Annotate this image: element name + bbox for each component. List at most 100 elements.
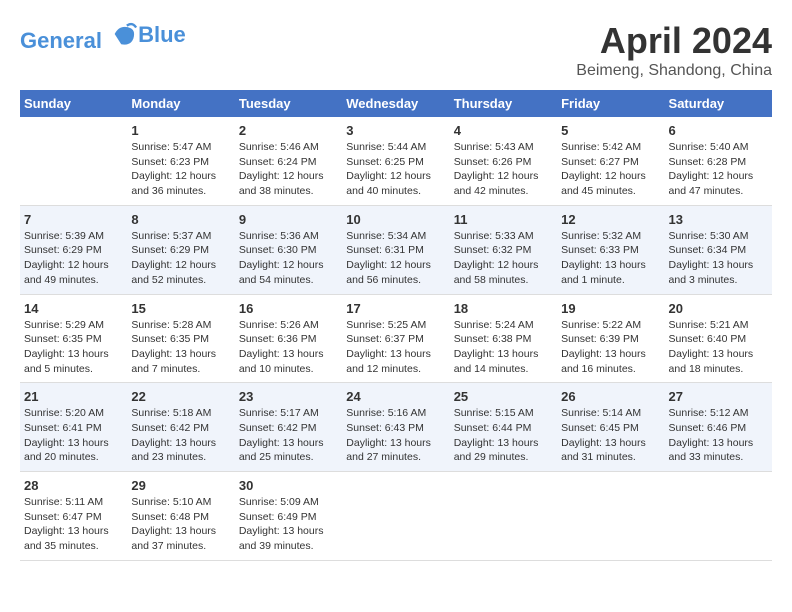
logo-icon <box>110 20 138 48</box>
calendar-header: SundayMondayTuesdayWednesdayThursdayFrid… <box>20 90 772 117</box>
header-cell-friday: Friday <box>557 90 664 117</box>
calendar-cell: 14 Sunrise: 5:29 AMSunset: 6:35 PMDayligh… <box>20 294 127 383</box>
day-number: 22 <box>131 389 230 404</box>
calendar-cell: 7 Sunrise: 5:39 AMSunset: 6:29 PMDaylight… <box>20 205 127 294</box>
day-number: 18 <box>454 301 553 316</box>
day-number: 25 <box>454 389 553 404</box>
day-number: 11 <box>454 212 553 227</box>
calendar-table: SundayMondayTuesdayWednesdayThursdayFrid… <box>20 90 772 561</box>
day-info: Sunrise: 5:44 AMSunset: 6:25 PMDaylight:… <box>346 140 445 199</box>
day-number: 27 <box>669 389 768 404</box>
day-number: 12 <box>561 212 660 227</box>
calendar-cell: 1 Sunrise: 5:47 AMSunset: 6:23 PMDaylight… <box>127 117 234 205</box>
calendar-cell: 15 Sunrise: 5:28 AMSunset: 6:35 PMDayligh… <box>127 294 234 383</box>
day-number: 29 <box>131 478 230 493</box>
day-info: Sunrise: 5:17 AMSunset: 6:42 PMDaylight:… <box>239 406 338 465</box>
calendar-cell <box>342 472 449 561</box>
calendar-cell: 29 Sunrise: 5:10 AMSunset: 6:48 PMDayligh… <box>127 472 234 561</box>
calendar-cell: 26Sunrise: 5:14 AMSunset: 6:45 PMDayligh… <box>557 383 664 472</box>
day-info: Sunrise: 5:10 AMSunset: 6:48 PMDaylight:… <box>131 495 230 554</box>
day-info: Sunrise: 5:33 AMSunset: 6:32 PMDaylight:… <box>454 229 553 288</box>
calendar-cell: 16 Sunrise: 5:26 AMSunset: 6:36 PMDayligh… <box>235 294 342 383</box>
day-number: 30 <box>239 478 338 493</box>
day-number: 19 <box>561 301 660 316</box>
title-block: April 2024 Beimeng, Shandong, China <box>576 20 772 80</box>
day-info: Sunrise: 5:16 AMSunset: 6:43 PMDaylight:… <box>346 406 445 465</box>
calendar-cell: 28 Sunrise: 5:11 AMSunset: 6:47 PMDayligh… <box>20 472 127 561</box>
day-info: Sunrise: 5:11 AMSunset: 6:47 PMDaylight:… <box>24 495 123 554</box>
day-number: 21 <box>24 389 123 404</box>
day-number: 15 <box>131 301 230 316</box>
day-number: 23 <box>239 389 338 404</box>
day-number: 6 <box>669 123 768 138</box>
calendar-cell <box>450 472 557 561</box>
calendar-cell: 4 Sunrise: 5:43 AMSunset: 6:26 PMDaylight… <box>450 117 557 205</box>
calendar-cell: 27 Sunrise: 5:12 AMSunset: 6:46 PMDayligh… <box>665 383 772 472</box>
day-info: Sunrise: 5:14 AMSunset: 6:45 PMDaylight:… <box>561 406 660 465</box>
day-info: Sunrise: 5:26 AMSunset: 6:36 PMDaylight:… <box>239 318 338 377</box>
day-number: 4 <box>454 123 553 138</box>
day-info: Sunrise: 5:36 AMSunset: 6:30 PMDaylight:… <box>239 229 338 288</box>
page-header: General Blue April 2024 Beimeng, Shandon… <box>20 20 772 80</box>
calendar-cell: 3 Sunrise: 5:44 AMSunset: 6:25 PMDaylight… <box>342 117 449 205</box>
day-number: 16 <box>239 301 338 316</box>
day-number: 5 <box>561 123 660 138</box>
day-number: 28 <box>24 478 123 493</box>
calendar-cell: 6 Sunrise: 5:40 AMSunset: 6:28 PMDaylight… <box>665 117 772 205</box>
day-number: 8 <box>131 212 230 227</box>
day-number: 14 <box>24 301 123 316</box>
day-number: 17 <box>346 301 445 316</box>
day-info: Sunrise: 5:12 AMSunset: 6:46 PMDaylight:… <box>669 406 768 465</box>
logo-blue: Blue <box>138 23 186 47</box>
subtitle: Beimeng, Shandong, China <box>576 62 772 80</box>
header-cell-monday: Monday <box>127 90 234 117</box>
calendar-cell: 8 Sunrise: 5:37 AMSunset: 6:29 PMDaylight… <box>127 205 234 294</box>
day-info: Sunrise: 5:20 AMSunset: 6:41 PMDaylight:… <box>24 406 123 465</box>
day-info: Sunrise: 5:29 AMSunset: 6:35 PMDaylight:… <box>24 318 123 377</box>
calendar-cell: 5 Sunrise: 5:42 AMSunset: 6:27 PMDaylight… <box>557 117 664 205</box>
day-number: 7 <box>24 212 123 227</box>
calendar-cell <box>557 472 664 561</box>
logo: General Blue <box>20 20 186 53</box>
day-number: 1 <box>131 123 230 138</box>
main-title: April 2024 <box>576 20 772 62</box>
day-info: Sunrise: 5:15 AMSunset: 6:44 PMDaylight:… <box>454 406 553 465</box>
day-info: Sunrise: 5:37 AMSunset: 6:29 PMDaylight:… <box>131 229 230 288</box>
day-number: 13 <box>669 212 768 227</box>
logo-text: General <box>20 20 138 53</box>
day-info: Sunrise: 5:18 AMSunset: 6:42 PMDaylight:… <box>131 406 230 465</box>
calendar-cell: 10Sunrise: 5:34 AMSunset: 6:31 PMDayligh… <box>342 205 449 294</box>
day-info: Sunrise: 5:39 AMSunset: 6:29 PMDaylight:… <box>24 229 123 288</box>
day-number: 20 <box>669 301 768 316</box>
day-number: 2 <box>239 123 338 138</box>
calendar-cell: 11 Sunrise: 5:33 AMSunset: 6:32 PMDayligh… <box>450 205 557 294</box>
day-info: Sunrise: 5:40 AMSunset: 6:28 PMDaylight:… <box>669 140 768 199</box>
header-cell-thursday: Thursday <box>450 90 557 117</box>
day-info: Sunrise: 5:43 AMSunset: 6:26 PMDaylight:… <box>454 140 553 199</box>
day-info: Sunrise: 5:09 AMSunset: 6:49 PMDaylight:… <box>239 495 338 554</box>
week-row-4: 21 Sunrise: 5:20 AMSunset: 6:41 PMDayligh… <box>20 383 772 472</box>
calendar-cell <box>665 472 772 561</box>
day-info: Sunrise: 5:25 AMSunset: 6:37 PMDaylight:… <box>346 318 445 377</box>
day-number: 24 <box>346 389 445 404</box>
header-row: SundayMondayTuesdayWednesdayThursdayFrid… <box>20 90 772 117</box>
day-info: Sunrise: 5:46 AMSunset: 6:24 PMDaylight:… <box>239 140 338 199</box>
day-info: Sunrise: 5:34 AMSunset: 6:31 PMDaylight:… <box>346 229 445 288</box>
calendar-cell: 19Sunrise: 5:22 AMSunset: 6:39 PMDayligh… <box>557 294 664 383</box>
day-number: 9 <box>239 212 338 227</box>
calendar-body: 1 Sunrise: 5:47 AMSunset: 6:23 PMDaylight… <box>20 117 772 560</box>
calendar-cell: 30 Sunrise: 5:09 AMSunset: 6:49 PMDayligh… <box>235 472 342 561</box>
week-row-5: 28 Sunrise: 5:11 AMSunset: 6:47 PMDayligh… <box>20 472 772 561</box>
calendar-cell: 12Sunrise: 5:32 AMSunset: 6:33 PMDayligh… <box>557 205 664 294</box>
day-info: Sunrise: 5:42 AMSunset: 6:27 PMDaylight:… <box>561 140 660 199</box>
calendar-cell: 9 Sunrise: 5:36 AMSunset: 6:30 PMDaylight… <box>235 205 342 294</box>
week-row-2: 7 Sunrise: 5:39 AMSunset: 6:29 PMDaylight… <box>20 205 772 294</box>
calendar-cell: 18Sunrise: 5:24 AMSunset: 6:38 PMDayligh… <box>450 294 557 383</box>
calendar-cell: 25 Sunrise: 5:15 AMSunset: 6:44 PMDayligh… <box>450 383 557 472</box>
calendar-cell: 17 Sunrise: 5:25 AMSunset: 6:37 PMDayligh… <box>342 294 449 383</box>
day-info: Sunrise: 5:47 AMSunset: 6:23 PMDaylight:… <box>131 140 230 199</box>
day-number: 3 <box>346 123 445 138</box>
header-cell-tuesday: Tuesday <box>235 90 342 117</box>
day-info: Sunrise: 5:28 AMSunset: 6:35 PMDaylight:… <box>131 318 230 377</box>
header-cell-saturday: Saturday <box>665 90 772 117</box>
